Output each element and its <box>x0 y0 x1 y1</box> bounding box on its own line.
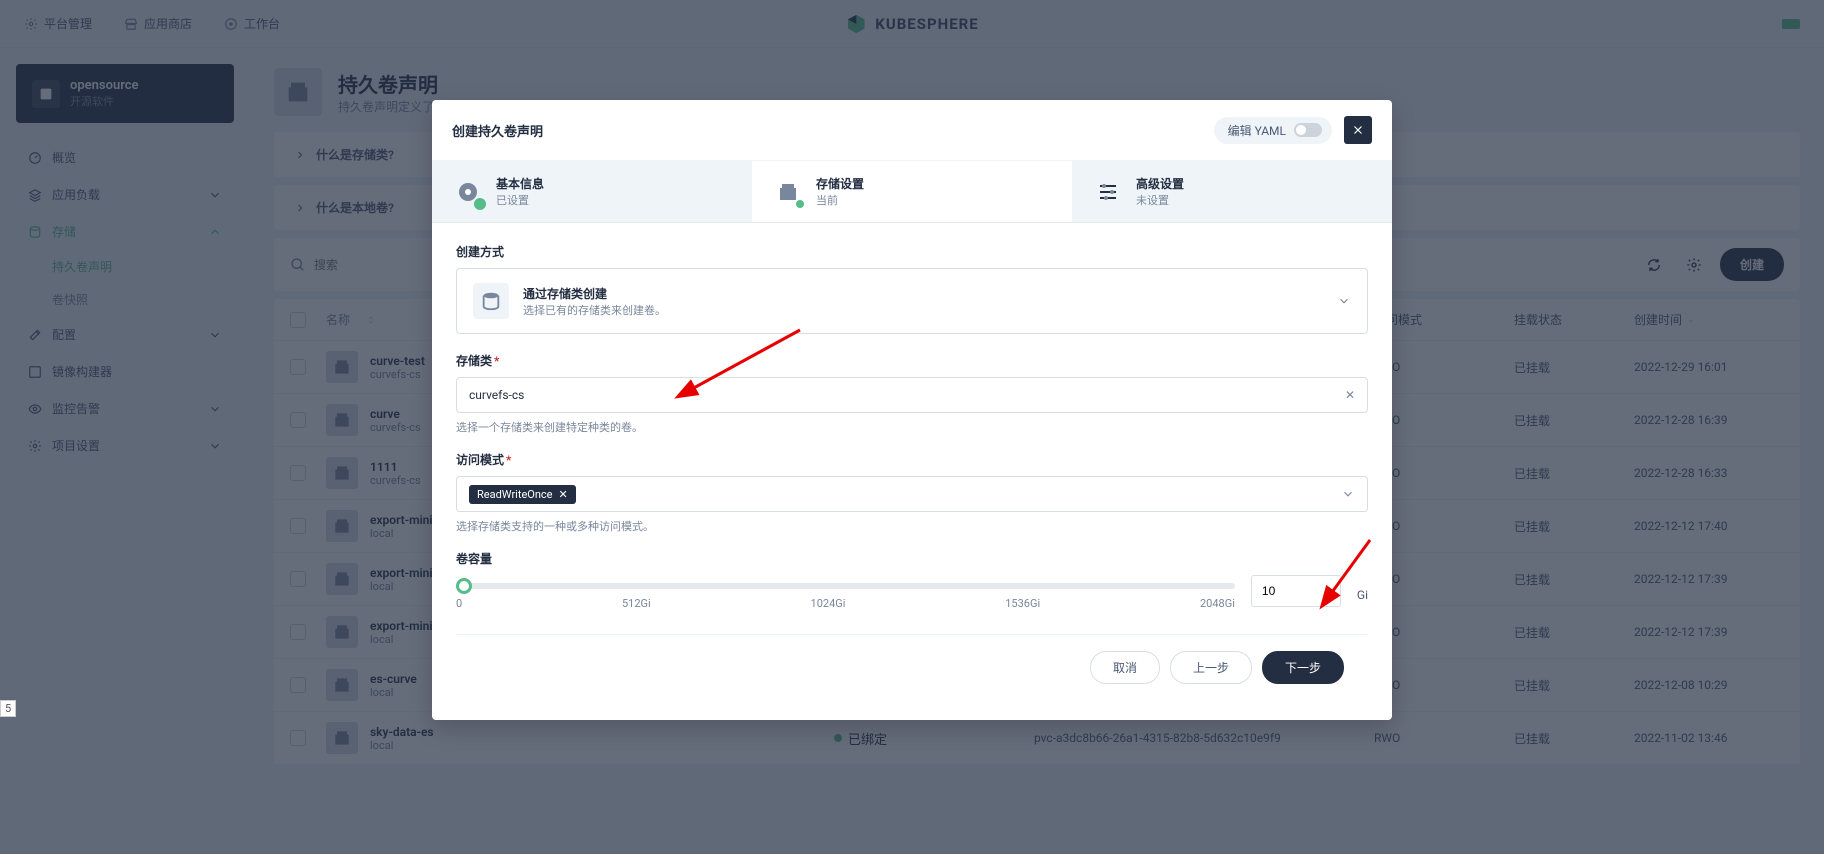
access-mode-select[interactable]: ReadWriteOnce✕ <box>456 476 1368 512</box>
create-pvc-modal: 创建持久卷声明 编辑 YAML 基本信息已设置 存储设置当前 高级设置未设置 <box>432 100 1392 720</box>
capacity-slider[interactable] <box>456 583 1235 589</box>
capacity-unit: Gi <box>1357 588 1368 602</box>
sc-help: 选择一个存储类来创建特定种类的卷。 <box>456 419 1368 435</box>
database-icon <box>473 283 509 319</box>
mode-tag: ReadWriteOnce✕ <box>469 485 576 504</box>
close-icon <box>1351 123 1365 137</box>
next-button[interactable]: 下一步 <box>1262 651 1344 684</box>
step-storage-settings[interactable]: 存储设置当前 <box>752 161 1072 222</box>
sc-label: 存储类* <box>456 352 1368 369</box>
sliders-icon <box>1096 180 1120 204</box>
mode-help: 选择存储类支持的一种或多种访问模式。 <box>456 518 1368 534</box>
step-basic-info[interactable]: 基本信息已设置 <box>432 161 752 222</box>
mode-label: 访问模式* <box>456 451 1368 468</box>
chevron-down-icon <box>1341 487 1355 501</box>
storage-class-select[interactable]: curvefs-cs ✕ <box>456 377 1368 413</box>
capacity-input[interactable] <box>1251 575 1341 607</box>
modal-title: 创建持久卷声明 <box>452 121 543 140</box>
toggle-switch <box>1294 123 1322 137</box>
browser-tab-count: 5 <box>0 700 16 717</box>
remove-tag-icon[interactable]: ✕ <box>559 488 568 501</box>
clear-icon[interactable]: ✕ <box>1345 388 1355 402</box>
close-button[interactable] <box>1344 116 1372 144</box>
yaml-toggle[interactable]: 编辑 YAML <box>1214 117 1332 144</box>
method-card[interactable]: 通过存储类创建 选择已有的存储类来创建卷。 <box>456 268 1368 334</box>
slider-thumb[interactable] <box>456 578 472 594</box>
cancel-button[interactable]: 取消 <box>1090 651 1160 684</box>
prev-button[interactable]: 上一步 <box>1170 651 1252 684</box>
method-label: 创建方式 <box>456 243 1368 260</box>
chevron-down-icon <box>1337 294 1351 308</box>
step-advanced[interactable]: 高级设置未设置 <box>1072 161 1392 222</box>
capacity-label: 卷容量 <box>456 550 1368 567</box>
modal-overlay: 创建持久卷声明 编辑 YAML 基本信息已设置 存储设置当前 高级设置未设置 <box>0 0 1824 854</box>
